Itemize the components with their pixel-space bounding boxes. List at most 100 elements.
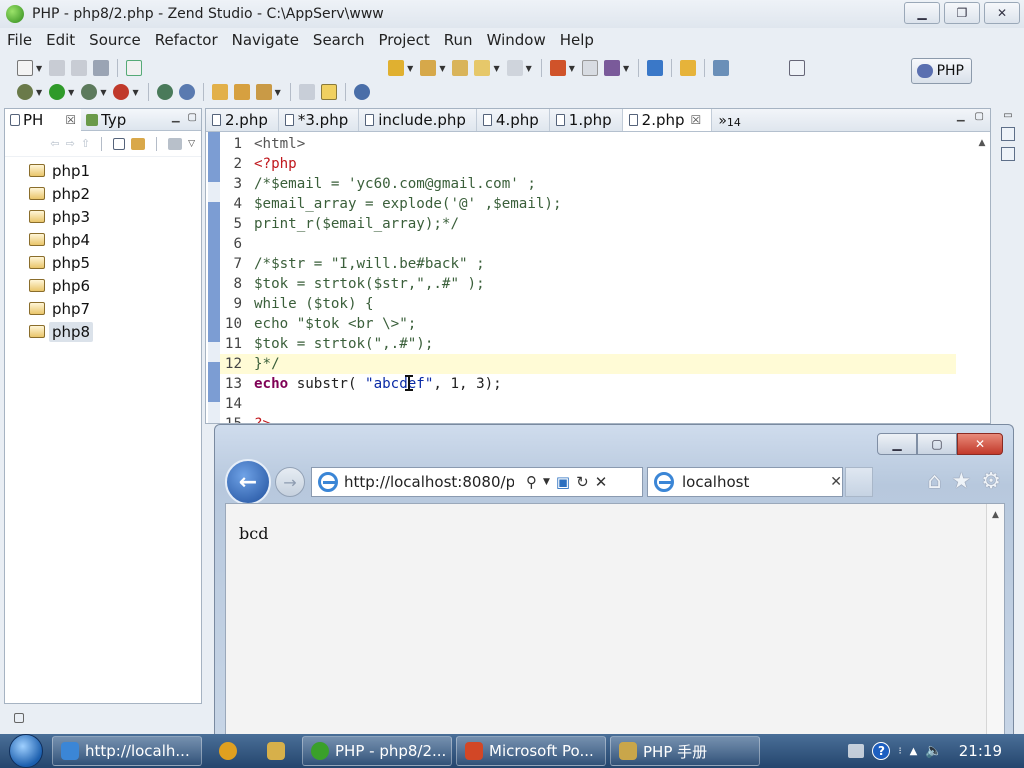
up-arrow-icon[interactable]: ⇧	[81, 137, 90, 150]
filters-icon[interactable]	[168, 137, 183, 150]
project-item[interactable]: php2	[5, 182, 201, 205]
maximize-editor-button[interactable]: ▢	[975, 111, 984, 122]
close-icon[interactable]: ✕	[830, 474, 842, 490]
search-tool-dropdown-icon[interactable]: ▼	[275, 88, 281, 97]
editor-vertical-scrollbar[interactable]: ▲	[974, 132, 990, 423]
open-resource-icon[interactable]	[233, 84, 250, 100]
debug-tool-dropdown-icon[interactable]: ▼	[569, 64, 575, 73]
code-line[interactable]: 1 <html>	[220, 134, 956, 154]
last-edit-icon[interactable]	[452, 60, 469, 76]
address-input[interactable]: http://localhost:8080/p	[344, 473, 514, 491]
server-icon[interactable]	[713, 60, 730, 76]
taskbar-item-browser[interactable]: http://localh...	[52, 736, 202, 766]
run-external-dropdown-icon[interactable]: ▼	[100, 88, 106, 97]
code-line[interactable]: 13 echo substr( "abcdef", 1, 3);	[220, 374, 956, 394]
collapse-all-icon[interactable]	[113, 137, 126, 150]
scroll-up-icon[interactable]: ▲	[979, 138, 986, 423]
project-item[interactable]: php7	[5, 297, 201, 320]
taskbar-item-chrome[interactable]	[206, 736, 250, 766]
code-area[interactable]: 1 <html> 2 <?php 3 /*$email = 'yc60.com@gmail…	[220, 134, 956, 423]
code-line[interactable]: 15 ?>	[220, 414, 956, 423]
maximize-panel-button[interactable]: ▢	[188, 112, 197, 123]
menu-refactor[interactable]: Refactor	[148, 31, 225, 49]
code-line[interactable]: 6	[220, 234, 956, 254]
new-tab-button[interactable]	[845, 467, 873, 497]
address-bar[interactable]: http://localhost:8080/p ⚲ ▼ ▣ ↻ ✕	[311, 467, 643, 497]
run-dropdown-icon[interactable]: ▼	[68, 88, 74, 97]
back-icon[interactable]	[474, 60, 491, 76]
stop-icon[interactable]: ✕	[595, 473, 608, 491]
highlight-icon[interactable]	[320, 84, 337, 100]
close-icon[interactable]: ☒	[691, 113, 702, 127]
link-editor-icon[interactable]	[131, 137, 146, 150]
editor-tab[interactable]: 4.php	[477, 109, 550, 131]
keyboard-icon[interactable]	[848, 744, 865, 758]
code-line[interactable]: 12}*/	[220, 354, 956, 374]
editor-tab[interactable]: include.php	[359, 109, 477, 131]
next-annotation-dropdown-icon[interactable]: ▼	[407, 64, 413, 73]
code-line[interactable]: 4 $email_array = explode('@' ,$email);	[220, 194, 956, 214]
save-icon[interactable]	[49, 60, 66, 76]
fast-view-icon[interactable]	[14, 713, 24, 723]
print-icon[interactable]	[93, 60, 110, 76]
compatibility-view-icon[interactable]: ▣	[556, 473, 570, 491]
project-item[interactable]: php5	[5, 251, 201, 274]
close-icon[interactable]: ☒	[65, 113, 76, 127]
menu-navigate[interactable]: Navigate	[225, 31, 306, 49]
tools-gear-icon[interactable]: ⚙	[981, 469, 1001, 494]
menu-window[interactable]: Window	[480, 31, 553, 49]
clock[interactable]: 21:19	[959, 742, 1002, 760]
show-hidden-icons-icon[interactable]: ▲	[910, 746, 918, 757]
menu-source[interactable]: Source	[82, 31, 148, 49]
editor-tab[interactable]: 2.php	[206, 109, 279, 131]
taskbar-item-php-manual[interactable]: PHP 手册	[610, 736, 760, 766]
menu-search[interactable]: Search	[306, 31, 372, 49]
menu-edit[interactable]: Edit	[39, 31, 82, 49]
browser-tab[interactable]: localhost ✕	[647, 467, 843, 497]
forward-button[interactable]: →	[275, 467, 305, 497]
previous-annotation-icon[interactable]	[420, 60, 437, 76]
minimize-panel-button[interactable]: ▁	[172, 112, 180, 123]
project-item[interactable]: php3	[5, 205, 201, 228]
forward-arrow-icon[interactable]: ⇨	[66, 137, 75, 150]
next-annotation-icon[interactable]	[388, 60, 405, 76]
code-line[interactable]: 10 echo "$tok <br \>";	[220, 314, 956, 334]
minimize-editor-button[interactable]: ▁	[957, 111, 965, 122]
code-line[interactable]: 5 print_r($email_array);*/	[220, 214, 956, 234]
volume-icon[interactable]: 🔈	[925, 743, 942, 759]
code-line[interactable]: 3 /*$email = 'yc60.com@gmail.com' ;	[220, 174, 956, 194]
restore-trim-button[interactable]: ▭	[1003, 110, 1012, 121]
debug-icon[interactable]	[17, 84, 33, 100]
back-dropdown-icon[interactable]: ▼	[493, 64, 499, 73]
view-menu-icon[interactable]: ▽	[188, 139, 195, 149]
browser-close-button[interactable]: ✕	[957, 433, 1003, 455]
browser-minimize-button[interactable]: ▁	[877, 433, 917, 455]
search-tool-icon[interactable]	[255, 84, 272, 100]
help-icon[interactable]: ?	[872, 742, 891, 760]
restore-button[interactable]: ❐	[944, 2, 980, 24]
outline-view-icon[interactable]	[1001, 127, 1015, 141]
package-icon[interactable]	[680, 60, 697, 76]
new-php-icon[interactable]	[126, 60, 143, 76]
forward-icon[interactable]	[506, 60, 523, 76]
tab-php-explorer[interactable]: PH ☒	[5, 108, 82, 131]
project-item-selected[interactable]: php8	[5, 320, 201, 343]
code-line[interactable]: 7 /*$str = "I,will.be#back" ;	[220, 254, 956, 274]
taskbar-item-explorer[interactable]	[254, 736, 298, 766]
scroll-up-icon[interactable]: ▲	[992, 510, 999, 736]
open-folder-icon[interactable]	[211, 84, 228, 100]
toggle-mark-icon[interactable]	[298, 84, 315, 100]
input-method-icon[interactable]: ⁝	[898, 746, 901, 757]
editor-tab[interactable]: 1.php	[550, 109, 623, 131]
new-dropdown-icon[interactable]: ▼	[36, 64, 42, 73]
project-item[interactable]: php4	[5, 228, 201, 251]
search-icon[interactable]: ⚲	[526, 473, 537, 491]
editor-tab-active[interactable]: 2.php ☒	[622, 109, 713, 131]
back-arrow-icon[interactable]: ⇦	[50, 137, 59, 150]
back-button[interactable]: ←	[225, 459, 271, 505]
favorites-star-icon[interactable]: ★	[952, 469, 972, 494]
previous-annotation-dropdown-icon[interactable]: ▼	[439, 64, 445, 73]
menu-file[interactable]: File	[0, 31, 39, 49]
profile-run-dropdown-icon[interactable]: ▼	[132, 88, 138, 97]
run-external-icon[interactable]	[81, 84, 98, 100]
